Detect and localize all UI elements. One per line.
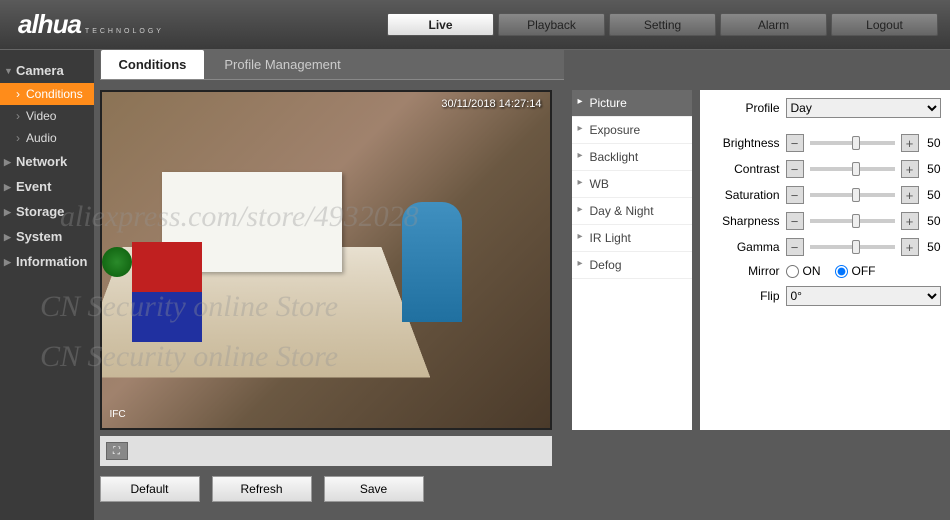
sharpness-minus[interactable]: − xyxy=(786,212,804,230)
video-toolbar: ⛶ xyxy=(100,436,552,466)
brightness-label: Brightness xyxy=(710,136,780,150)
sidebar-information[interactable]: Information xyxy=(0,249,94,274)
sharpness-slider[interactable] xyxy=(810,219,895,223)
brightness-plus[interactable]: + xyxy=(901,134,919,152)
flip-label: Flip xyxy=(710,289,780,303)
sidebar-conditions[interactable]: Conditions xyxy=(0,83,94,105)
brightness-slider[interactable] xyxy=(810,141,895,145)
contrast-minus[interactable]: − xyxy=(786,160,804,178)
gamma-slider[interactable] xyxy=(810,245,895,249)
sidebar-event[interactable]: Event xyxy=(0,174,94,199)
setting-irlight[interactable]: IR Light xyxy=(572,225,692,252)
nav-playback[interactable]: Playback xyxy=(498,13,605,36)
top-nav: Live Playback Setting Alarm Logout xyxy=(383,13,938,36)
brightness-value: 50 xyxy=(919,136,941,150)
flip-select[interactable]: 0° xyxy=(786,286,941,306)
saturation-slider[interactable] xyxy=(810,193,895,197)
setting-wb[interactable]: WB xyxy=(572,171,692,198)
gamma-minus[interactable]: − xyxy=(786,238,804,256)
setting-picture[interactable]: Picture xyxy=(572,90,692,117)
sharpness-label: Sharpness xyxy=(710,214,780,228)
saturation-minus[interactable]: − xyxy=(786,186,804,204)
subtabs: Conditions Profile Management xyxy=(100,50,564,80)
gamma-label: Gamma xyxy=(710,240,780,254)
saturation-value: 50 xyxy=(919,188,941,202)
gamma-plus[interactable]: + xyxy=(901,238,919,256)
save-button[interactable]: Save xyxy=(324,476,424,502)
header: alhua TECHNOLOGY Live Playback Setting A… xyxy=(0,0,950,50)
settings-list: Picture Exposure Backlight WB Day & Nigh… xyxy=(572,90,692,430)
mirror-on[interactable]: ON xyxy=(786,264,821,278)
video-preview: 30/11/2018 14:27:14 IFC xyxy=(100,90,552,430)
fullscreen-icon[interactable]: ⛶ xyxy=(106,442,128,460)
sharpness-plus[interactable]: + xyxy=(901,212,919,230)
subtab-conditions[interactable]: Conditions xyxy=(100,49,206,79)
setting-exposure[interactable]: Exposure xyxy=(572,117,692,144)
gamma-value: 50 xyxy=(919,240,941,254)
contrast-label: Contrast xyxy=(710,162,780,176)
setting-defog[interactable]: Defog xyxy=(572,252,692,279)
logo: alhua xyxy=(18,9,81,40)
setting-daynight[interactable]: Day & Night xyxy=(572,198,692,225)
nav-logout[interactable]: Logout xyxy=(831,13,938,36)
logo-subtitle: TECHNOLOGY xyxy=(85,28,164,35)
mirror-off[interactable]: OFF xyxy=(835,264,876,278)
default-button[interactable]: Default xyxy=(100,476,200,502)
sidebar-network[interactable]: Network xyxy=(0,149,94,174)
profile-select[interactable]: Day xyxy=(786,98,941,118)
sidebar-camera[interactable]: Camera xyxy=(0,58,94,83)
video-ifc-label: IFC xyxy=(110,409,126,420)
brightness-minus[interactable]: − xyxy=(786,134,804,152)
picture-settings-panel: Profile Day Brightness − + 50 Contrast −… xyxy=(700,90,950,430)
saturation-plus[interactable]: + xyxy=(901,186,919,204)
setting-backlight[interactable]: Backlight xyxy=(572,144,692,171)
sidebar-audio[interactable]: Audio xyxy=(0,127,94,149)
contrast-slider[interactable] xyxy=(810,167,895,171)
sidebar-video[interactable]: Video xyxy=(0,105,94,127)
subtab-profile-management[interactable]: Profile Management xyxy=(205,49,359,79)
nav-alarm[interactable]: Alarm xyxy=(720,13,827,36)
sidebar-storage[interactable]: Storage xyxy=(0,199,94,224)
sidebar-system[interactable]: System xyxy=(0,224,94,249)
contrast-value: 50 xyxy=(919,162,941,176)
profile-label: Profile xyxy=(745,101,779,115)
refresh-button[interactable]: Refresh xyxy=(212,476,312,502)
contrast-plus[interactable]: + xyxy=(901,160,919,178)
saturation-label: Saturation xyxy=(710,188,780,202)
nav-live[interactable]: Live xyxy=(387,13,494,36)
sidebar: Camera Conditions Video Audio Network Ev… xyxy=(0,50,94,520)
sharpness-value: 50 xyxy=(919,214,941,228)
nav-setting[interactable]: Setting xyxy=(609,13,716,36)
video-timestamp: 30/11/2018 14:27:14 xyxy=(441,98,541,110)
mirror-label: Mirror xyxy=(710,264,780,278)
